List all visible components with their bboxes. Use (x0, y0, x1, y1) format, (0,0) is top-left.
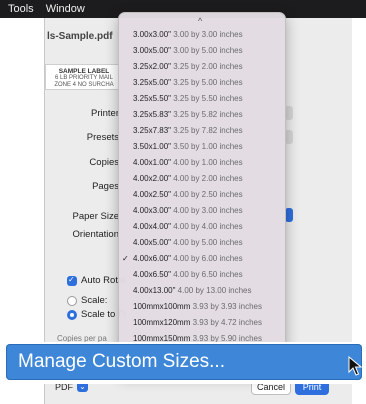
option-name: 3.25x7.83" (133, 126, 171, 135)
checkmark-icon: ✓ (122, 254, 129, 263)
option-name: 4.00x13.00" (133, 286, 176, 295)
option-description: 4.00 by 2.00 inches (173, 174, 243, 183)
menu-window[interactable]: Window (46, 3, 85, 15)
paper-size-options: 3.00x3.00" 3.00 by 3.00 inches 3.00x5.00"… (119, 27, 285, 373)
presets-select-edge[interactable] (285, 130, 293, 144)
paper-size-option[interactable]: 4.00x6.50" 4.00 by 6.50 inches (119, 267, 285, 283)
auto-rotate-checkbox[interactable] (67, 275, 77, 286)
option-description: 4.00 by 2.50 inches (173, 190, 243, 199)
paper-size-option[interactable]: 100mmx100mm 3.93 by 3.93 inches (119, 299, 285, 315)
option-name: 3.25x2.00" (133, 62, 171, 71)
option-name: 100mmx100mm (133, 302, 191, 311)
paper-size-option[interactable]: 4.00x3.00" 4.00 by 3.00 inches (119, 203, 285, 219)
option-name: 4.00x5.00" (133, 238, 171, 247)
scroll-up-caret-icon[interactable]: ^ (198, 16, 202, 26)
manage-custom-sizes-label: Manage Custom Sizes... (18, 351, 225, 372)
paper-size-option[interactable]: 4.00x13.00" 4.00 by 13.00 inches (119, 283, 285, 299)
orientation-label: Orientation (72, 229, 119, 240)
option-name: 3.25x5.00" (133, 78, 171, 87)
printer-select-edge[interactable] (285, 106, 293, 120)
scale-radio[interactable] (67, 296, 77, 306)
option-description: 3.25 by 7.82 inches (173, 126, 243, 135)
option-description: 3.50 by 1.00 inches (173, 142, 243, 151)
paper-size-option[interactable]: 3.25x7.83" 3.25 by 7.82 inches (119, 123, 285, 139)
option-name: 4.00x6.00" (133, 254, 171, 263)
option-name: 4.00x1.00" (133, 158, 171, 167)
paper-size-menu: ^ 3.00x3.00" 3.00 by 3.00 inches 3.00x5.0… (118, 12, 286, 374)
option-name: 3.00x3.00" (133, 30, 171, 39)
copies-label: Copies (89, 157, 119, 168)
scale-to-fit-radio[interactable] (67, 310, 77, 320)
option-description: 4.00 by 3.00 inches (173, 206, 243, 215)
document-title: ls-Sample.pdf (47, 31, 113, 42)
preview-title: SAMPLE LABEL (58, 68, 110, 75)
option-description: 4.00 by 4.00 inches (173, 222, 243, 231)
option-description: 4.00 by 5.00 inches (173, 238, 243, 247)
option-description: 4.00 by 1.00 inches (173, 158, 243, 167)
paper-size-option[interactable]: 3.00x5.00" 3.00 by 5.00 inches (119, 43, 285, 59)
paper-size-label: Paper Size (72, 211, 119, 222)
option-description: 3.25 by 5.50 inches (173, 94, 243, 103)
option-name: 3.25x5.83" (133, 110, 171, 119)
preview-line: ZONE 4 NO SURCHA (54, 82, 114, 88)
scale-label: Scale: (81, 295, 108, 306)
option-description: 4.00 by 6.00 inches (173, 254, 243, 263)
preview-line: 6 LB PRIORITY MAIL (55, 75, 113, 81)
paper-size-option[interactable]: 4.00x5.00" 4.00 by 5.00 inches (119, 235, 285, 251)
page-preview: SAMPLE LABEL 6 LB PRIORITY MAIL ZONE 4 N… (45, 64, 123, 90)
paper-size-option[interactable]: ✓ 4.00x6.00" 4.00 by 6.00 inches (119, 251, 285, 267)
pages-label: Pages (92, 181, 119, 192)
option-name: 3.50x1.00" (133, 142, 171, 151)
option-description: 3.25 by 2.00 inches (173, 62, 243, 71)
paper-size-option[interactable]: 3.25x2.00" 3.25 by 2.00 inches (119, 59, 285, 75)
paper-size-option[interactable]: 3.00x3.00" 3.00 by 3.00 inches (119, 27, 285, 43)
option-description: 3.25 by 5.00 inches (173, 78, 243, 87)
paper-size-option[interactable]: 4.00x1.00" 4.00 by 1.00 inches (119, 155, 285, 171)
option-description: 3.25 by 5.82 inches (173, 110, 243, 119)
option-name: 3.00x5.00" (133, 46, 171, 55)
paper-size-option[interactable]: 4.00x2.00" 4.00 by 2.00 inches (119, 171, 285, 187)
option-name: 4.00x2.00" (133, 174, 171, 183)
paper-size-option[interactable]: 3.25x5.00" 3.25 by 5.00 inches (119, 75, 285, 91)
mouse-pointer-icon (348, 356, 362, 376)
option-description: 3.00 by 3.00 inches (173, 30, 243, 39)
paper-size-option[interactable]: 4.00x2.50" 4.00 by 2.50 inches (119, 187, 285, 203)
option-description: 3.93 by 4.72 inches (192, 318, 262, 327)
option-name: 4.00x4.00" (133, 222, 171, 231)
paper-size-option[interactable]: 100mmx120mm 3.93 by 4.72 inches (119, 315, 285, 331)
paper-size-option[interactable]: 3.50x1.00" 3.50 by 1.00 inches (119, 139, 285, 155)
menu-tools[interactable]: Tools (8, 3, 34, 15)
manage-custom-sizes-item[interactable]: Manage Custom Sizes... (6, 344, 362, 380)
paper-size-option[interactable]: 3.25x5.50" 3.25 by 5.50 inches (119, 91, 285, 107)
presets-label: Presets (86, 132, 119, 143)
option-description: 3.00 by 5.00 inches (173, 46, 243, 55)
option-name: 100mmx120mm (133, 318, 191, 327)
paper-size-select-edge[interactable] (285, 208, 293, 222)
option-description: 4.00 by 13.00 inches (177, 286, 252, 295)
option-name: 3.25x5.50" (133, 94, 171, 103)
paper-size-option[interactable]: 3.25x5.83" 3.25 by 5.82 inches (119, 107, 285, 123)
option-name: 4.00x3.00" (133, 206, 171, 215)
paper-size-option[interactable]: 4.00x4.00" 4.00 by 4.00 inches (119, 219, 285, 235)
option-description: 4.00 by 6.50 inches (173, 270, 243, 279)
option-description: 3.93 by 3.93 inches (192, 302, 262, 311)
printer-label: Printer (91, 108, 119, 119)
option-name: 4.00x2.50" (133, 190, 171, 199)
option-name: 4.00x6.50" (133, 270, 171, 279)
